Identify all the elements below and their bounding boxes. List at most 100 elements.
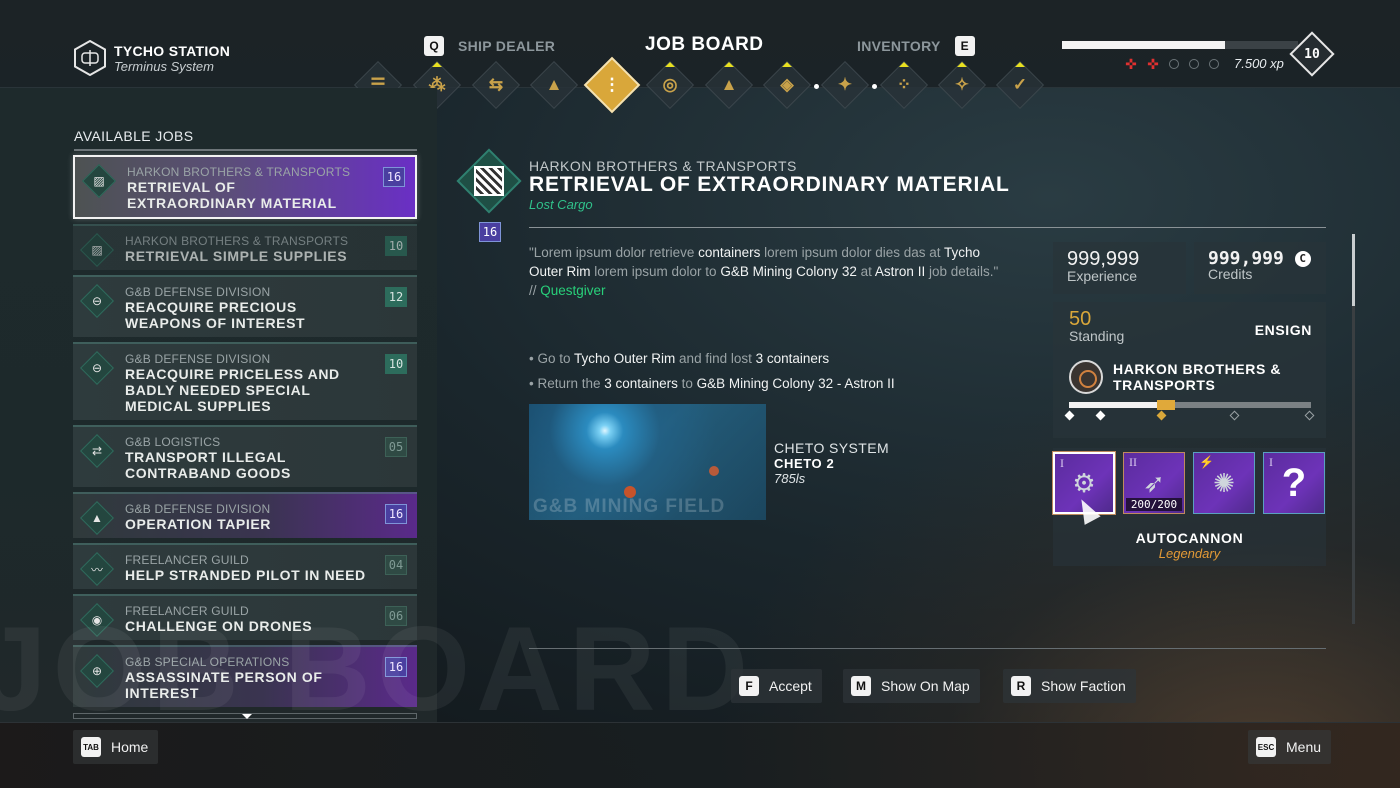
job-list-item[interactable]: ⊕ G&B SPECIAL OPERATIONS ASSASSINATE PERSO… (73, 645, 417, 707)
map-info: CHETO SYSTEM CHETO 2 785ls (774, 440, 889, 486)
job-item-title: RETRIEVAL SIMPLE SUPPLIES (125, 248, 348, 264)
trade-icon[interactable]: ⇆ (471, 60, 521, 110)
ship-exchange-icon-glyph: ▲ (545, 75, 563, 94)
q-key-hint: Q (424, 36, 444, 56)
rank-pip-empty-icon (1169, 59, 1179, 69)
reputation-milestone-icon (1156, 410, 1167, 421)
menu-label: Menu (1286, 739, 1322, 755)
actions-divider (529, 648, 1326, 649)
job-list-item[interactable]: ◉ FREELANCER GUILD CHALLENGE ON DRONES 06 (73, 594, 417, 640)
xp-value-wrap: 7.500 xp (1234, 55, 1292, 73)
missions-check-icon-glyph: ✓ (1012, 75, 1028, 94)
job-list-item[interactable]: ⊖ G&B DEFENSE DIVISION REACQUIRE PRECIOUS … (73, 275, 417, 337)
autocannon-icon: ⚙ (1072, 467, 1096, 498)
job-list[interactable]: ▨ HARKON BROTHERS & TRANSPORTS RETRIEVAL O… (73, 155, 417, 712)
job-item-faction: FREELANCER GUILD (125, 553, 249, 567)
credits-icon: C (1294, 250, 1311, 267)
storage-icon-glyph: ◎ (662, 75, 678, 94)
selected-item-name: AUTOCANNON (1135, 530, 1244, 546)
f-key-hint: F (739, 676, 759, 696)
job-list-item[interactable]: ▲ G&B DEFENSE DIVISION OPERATION TAPIER 16 (73, 492, 417, 538)
storage-icon[interactable]: ◎ (645, 60, 695, 110)
reward-item-slot[interactable]: II ➶ 200/200 (1123, 452, 1185, 514)
reputation-milestone-icon (1064, 410, 1075, 421)
selected-item-rarity: Legendary (1158, 546, 1221, 561)
job-item-faction: G&B DEFENSE DIVISION (125, 352, 271, 366)
accept-button[interactable]: F Accept (731, 669, 822, 703)
job-item-faction: HARKON BROTHERS & TRANSPORTS (125, 234, 349, 248)
job-item-title: OPERATION TAPIER (125, 516, 271, 532)
show-faction-button[interactable]: R Show Faction (1003, 669, 1136, 703)
xp-bar (1062, 41, 1298, 49)
tab-inventory[interactable]: INVENTORY E (857, 36, 975, 56)
tab-job-board[interactable]: JOB BOARD (645, 34, 764, 56)
reward-item-slot[interactable]: ⚡ ✺ (1193, 452, 1255, 514)
job-list-item[interactable]: ▨ HARKON BROTHERS & TRANSPORTS RETRIEVAL O… (73, 155, 417, 219)
job-board-icon[interactable]: ⋮ (583, 56, 641, 114)
job-description: "Lorem ipsum dolor retrieve containers l… (529, 243, 1009, 300)
missile-icon: ➶ (1143, 467, 1165, 498)
map-distance: 785ls (774, 471, 806, 486)
e-key-hint: E (954, 36, 975, 56)
job-list-item[interactable]: ⇄ G&B LOGISTICS TRANSPORT ILLEGAL CONTRABA… (73, 425, 417, 487)
r-key-hint: R (1011, 676, 1031, 696)
missions-check-icon[interactable]: ✓ (995, 60, 1045, 110)
show-on-map-label: Show On Map (881, 678, 970, 694)
tab-ship-dealer[interactable]: Q SHIP DEALER (424, 36, 555, 56)
ship-exchange-icon[interactable]: ▲ (529, 60, 579, 110)
detail-scrollbar[interactable] (1352, 234, 1355, 624)
show-on-map-button[interactable]: M Show On Map (843, 669, 980, 703)
item-tier: I (1060, 456, 1064, 470)
reputation-milestone-icon (1304, 410, 1315, 421)
menu-button[interactable]: ESC Menu (1248, 730, 1332, 764)
module-icon[interactable]: ⁘ (879, 60, 929, 110)
reward-item-slot[interactable]: I? (1263, 452, 1325, 514)
job-item-level: 06 (385, 606, 407, 626)
description-text: "Lorem ipsum dolor retrieve containers l… (529, 245, 998, 279)
job-type-cargo-icon (456, 148, 522, 214)
trade-icon-glyph: ⇆ (488, 75, 504, 94)
description-highlight: Astron II (874, 264, 926, 279)
job-type: Lost Cargo (529, 197, 593, 212)
objective-item: • Return the 3 containers to G&B Mining … (529, 371, 895, 396)
description-text: job details." (925, 264, 999, 279)
tab-inventory-label: INVENTORY (857, 38, 941, 54)
drone-module-icon: ✺ (1213, 467, 1235, 498)
new-content-marker (665, 62, 675, 67)
rank-icon[interactable]: ◈ (762, 60, 812, 110)
map-thumbnail[interactable]: G&B MINING FIELD (529, 404, 766, 520)
rescue-icon: 〰 (80, 552, 114, 586)
navigation-icon-glyph: ✦ (837, 75, 853, 94)
tab-key-hint: TAB (81, 737, 101, 757)
navigation-icon[interactable]: ✦ (820, 60, 870, 110)
reputation-current-marker (1156, 400, 1175, 410)
job-item-title: HELP STRANDED PILOT IN NEED (125, 567, 366, 583)
blueprint-icon[interactable]: ✧ (937, 60, 987, 110)
scroll-down-icon (242, 714, 252, 719)
heading-divider (74, 149, 417, 151)
blueprint-icon-glyph: ✧ (954, 75, 970, 94)
job-list-item[interactable]: ⊖ G&B DEFENSE DIVISION REACQUIRE PRICELESS… (73, 342, 417, 420)
job-title: RETRIEVAL OF EXTRAORDINARY MATERIAL (529, 173, 1010, 196)
job-item-level: 05 (385, 437, 407, 457)
job-board-icon-glyph: ⋮ (603, 75, 621, 94)
objective-highlight: 3 containers (755, 351, 830, 366)
ship-upgrade-icon[interactable]: ▲ (704, 60, 754, 110)
esc-key-hint: ESC (1256, 737, 1276, 757)
job-list-item[interactable]: 〰 FREELANCER GUILD HELP STRANDED PILOT IN … (73, 543, 417, 589)
detail-scrollbar-thumb[interactable] (1352, 234, 1355, 306)
job-item-level: 16 (385, 504, 407, 524)
new-content-marker (957, 62, 967, 67)
faction-standing-card[interactable]: 50 Standing ENSIGN HARKON BROTHERS & TRA… (1053, 302, 1326, 438)
reputation-milestone-icon (1229, 410, 1239, 421)
job-list-scroll-indicator[interactable] (73, 713, 417, 719)
operation-icon: ▲ (80, 501, 114, 535)
rank-pip-empty-icon (1189, 59, 1199, 69)
job-item-faction: G&B LOGISTICS (125, 435, 221, 449)
home-button[interactable]: TAB Home (73, 730, 159, 764)
job-list-item[interactable]: ▨ HARKON BROTHERS & TRANSPORTS RETRIEVAL S… (73, 224, 417, 270)
tab-ship-dealer-label: SHIP DEALER (458, 38, 556, 54)
player-level: 10 (1304, 46, 1320, 62)
new-content-marker (782, 62, 792, 67)
faction-crosshair-icon (1069, 360, 1103, 394)
